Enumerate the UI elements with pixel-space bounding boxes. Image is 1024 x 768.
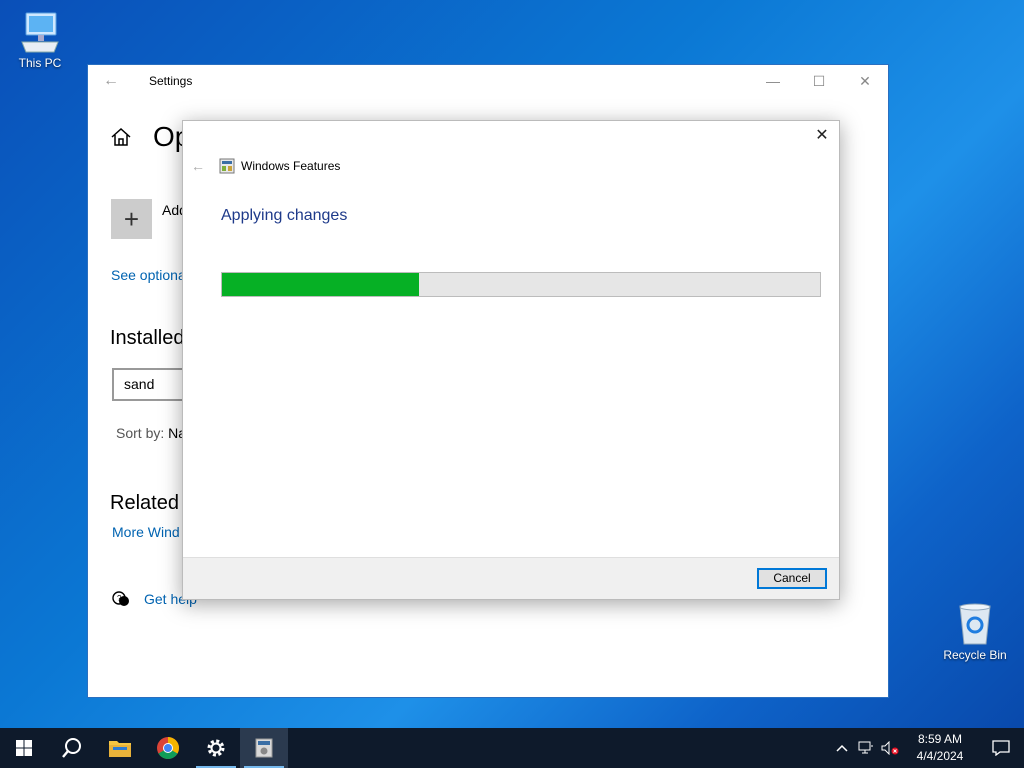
home-icon[interactable] [110, 127, 132, 147]
chrome-button[interactable] [144, 728, 192, 768]
clock[interactable]: 8:59 AM 4/4/2024 [902, 731, 978, 765]
taskbar: 8:59 AM 4/4/2024 [0, 728, 1024, 768]
recycle-bin-icon [959, 603, 991, 645]
chevron-up-icon[interactable] [830, 744, 854, 752]
more-windows-link[interactable]: More Wind [112, 524, 180, 540]
gear-icon [207, 739, 225, 757]
windows-features-icon [255, 738, 273, 758]
plus-icon[interactable]: + [111, 199, 152, 239]
dialog-footer: Cancel [183, 557, 839, 599]
start-button[interactable] [0, 728, 48, 768]
clock-time: 8:59 AM [917, 732, 963, 746]
dialog-title: Windows Features [241, 159, 341, 173]
volume-muted-icon[interactable] [878, 741, 902, 755]
windows-features-icon [219, 158, 235, 174]
back-arrow-icon[interactable]: ← [88, 72, 134, 90]
desktop-icon-label: Recycle Bin [943, 648, 1007, 662]
svg-text:?: ? [117, 594, 122, 603]
window-title: Settings [149, 74, 193, 88]
chat-help-icon: ? [112, 591, 129, 606]
cancel-button[interactable]: Cancel [757, 568, 827, 589]
minimize-icon[interactable]: — [750, 65, 796, 97]
search-icon [62, 738, 81, 758]
back-arrow-icon[interactable]: ← [191, 158, 205, 174]
progress-bar [221, 272, 821, 297]
search-button[interactable] [48, 728, 96, 768]
chrome-icon [157, 737, 179, 759]
close-icon[interactable]: ✕ [842, 65, 888, 97]
monitor-icon [21, 12, 59, 53]
windows-features-taskbar-button[interactable] [240, 728, 288, 768]
status-text: Applying changes [221, 207, 348, 224]
settings-taskbar-button[interactable] [192, 728, 240, 768]
installed-heading: Installed [110, 327, 185, 349]
maximize-icon[interactable]: ☐ [796, 65, 842, 97]
dialog-header: ← Windows Features [191, 158, 340, 174]
close-icon[interactable]: ✕ [813, 127, 831, 145]
file-explorer-button[interactable] [96, 728, 144, 768]
sort-by-label: Sort by: [116, 425, 169, 441]
notification-icon[interactable] [978, 740, 1024, 756]
network-icon[interactable] [854, 741, 878, 755]
progress-fill [222, 273, 420, 296]
desktop-icon-this-pc[interactable]: This PC [2, 10, 78, 70]
see-optional-link[interactable]: See optiona [111, 267, 186, 283]
start-icon [16, 740, 32, 756]
clock-date: 4/4/2024 [916, 749, 964, 763]
desktop-icon-label: This PC [18, 56, 62, 70]
settings-titlebar: ← Settings — ☐ ✕ [88, 65, 888, 97]
windows-features-dialog: ✕ ← Windows Features Applying changes Ca… [182, 120, 840, 600]
desktop-icon-recycle-bin[interactable]: Recycle Bin [937, 602, 1013, 662]
system-tray: 8:59 AM 4/4/2024 [830, 728, 1024, 768]
file-explorer-icon [109, 741, 131, 757]
sort-by[interactable]: Sort by: Na [116, 425, 186, 441]
related-heading: Related [110, 492, 179, 514]
